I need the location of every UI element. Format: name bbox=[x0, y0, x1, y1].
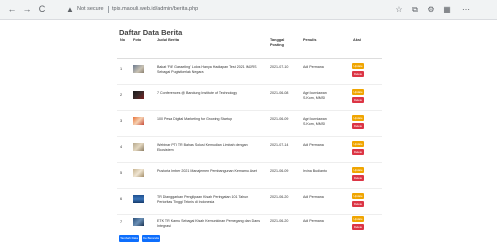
tab-search-icon[interactable]: ⧉ bbox=[409, 4, 421, 15]
news-date: 2021-07-14 bbox=[270, 143, 289, 147]
update-button[interactable]: Update bbox=[352, 193, 364, 199]
forward-icon[interactable]: → bbox=[21, 3, 33, 15]
delete-button[interactable]: Delete bbox=[352, 71, 364, 77]
news-author: Adi Permana bbox=[303, 65, 324, 69]
update-button[interactable]: Update bbox=[352, 216, 364, 222]
delete-button[interactable]: Delete bbox=[352, 175, 364, 181]
table-row: 4 Webinar PTI TR Bahas Solusi Kemudian L… bbox=[117, 137, 382, 163]
news-date: 2021-06-09 bbox=[270, 117, 289, 121]
table-row: 3 100 Pesa Digital Marketing for Growing… bbox=[117, 111, 382, 137]
column-header-tanggal: Tanggal Posting bbox=[270, 38, 285, 47]
news-author: Adi Permana bbox=[303, 219, 324, 223]
add-news-button[interactable]: Tambah Data bbox=[119, 235, 139, 242]
news-title: Pustoria Imber 2021 Manajemen Pembanguna… bbox=[157, 169, 257, 173]
update-button[interactable]: Update bbox=[352, 89, 364, 95]
delete-button[interactable]: Delete bbox=[352, 224, 364, 230]
back-icon[interactable]: ← bbox=[6, 3, 18, 15]
table-row: 2 7 Conferences @ Bandung Institute of T… bbox=[117, 85, 382, 111]
delete-button[interactable]: Delete bbox=[352, 149, 364, 155]
news-date: 2021-06-20 bbox=[270, 219, 289, 223]
column-header-penulis: Penulis bbox=[303, 38, 317, 42]
delete-button[interactable]: Delete bbox=[352, 97, 364, 103]
row-number: 7 bbox=[120, 220, 123, 224]
news-thumbnail bbox=[133, 218, 144, 226]
update-button[interactable]: Update bbox=[352, 167, 364, 173]
news-thumbnail bbox=[133, 169, 144, 177]
menu-icon[interactable]: ⋯ bbox=[460, 4, 472, 15]
extensions-icon[interactable]: ⚙ bbox=[425, 4, 437, 15]
news-date: 2021-07-10 bbox=[270, 65, 289, 69]
delete-button[interactable]: Delete bbox=[352, 123, 364, 129]
news-date: 2021-06-08 bbox=[270, 91, 289, 95]
news-thumbnail bbox=[133, 91, 144, 99]
news-title: 100 Pesa Digital Marketing for Growing S… bbox=[157, 117, 233, 121]
browser-toolbar: ← → C ▲ Not secure tpis.maouli.web.id/ad… bbox=[0, 0, 497, 20]
news-date: 2021-06-09 bbox=[270, 169, 289, 173]
delete-button[interactable]: Delete bbox=[352, 201, 364, 207]
table-row: 5 Pustoria Imber 2021 Manajemen Pembangu… bbox=[117, 163, 382, 189]
page-title: Daftar Data Berita bbox=[119, 28, 183, 37]
update-button[interactable]: Update bbox=[352, 141, 364, 147]
news-author: Irvina Budianto bbox=[303, 169, 327, 173]
star-icon[interactable]: ☆ bbox=[393, 4, 405, 15]
news-thumbnail bbox=[133, 143, 144, 151]
row-number: 5 bbox=[120, 171, 123, 175]
column-header-aksi: Aksi bbox=[353, 38, 362, 42]
table-row: 6 TR Dianggarkan Penglipaan Kisah Pering… bbox=[117, 189, 382, 215]
row-number: 4 bbox=[120, 145, 123, 149]
column-header-foto: Foto bbox=[133, 38, 142, 42]
profile-icon[interactable]: ▦ bbox=[441, 4, 453, 15]
update-button[interactable]: Update bbox=[352, 63, 364, 69]
news-thumbnail bbox=[133, 65, 144, 73]
row-number: 6 bbox=[120, 197, 123, 201]
news-date: 2021-06-20 bbox=[270, 195, 289, 199]
table-row: 7 ETK TR Kamu Sebagai Kisah Kemunkinan P… bbox=[117, 215, 382, 233]
reload-icon[interactable]: C bbox=[36, 3, 48, 15]
news-title: TR Dianggarkan Penglipaan Kisah Peringat… bbox=[157, 195, 249, 204]
news-author: Agri kurniawan S.Kom, MMSI bbox=[303, 91, 327, 100]
news-thumbnail bbox=[133, 117, 144, 125]
news-author: Adi Permana bbox=[303, 195, 324, 199]
news-thumbnail bbox=[133, 195, 144, 203]
news-title: ETK TR Kamu Sebagai Kisah Kemunkinan Pem… bbox=[157, 219, 261, 228]
table-row: 1 Bakat 'Fill' Gasseling' Lolos Hanya Ha… bbox=[117, 59, 382, 85]
address-bar[interactable]: ▲ Not secure tpis.maouli.web.id/admin/be… bbox=[64, 3, 424, 16]
row-number: 1 bbox=[120, 67, 123, 71]
news-author: Adi Permana bbox=[303, 143, 324, 147]
news-title: 7 Conferences @ Bandung Institute of Tec… bbox=[157, 91, 238, 95]
warning-icon[interactable]: ▲ bbox=[66, 4, 74, 15]
news-title: Webinar PTI TR Bahas Solusi Kemudian Lim… bbox=[157, 143, 248, 152]
update-button[interactable]: Update bbox=[352, 115, 364, 121]
url-text[interactable]: tpis.maouli.web.id/admin/berita.php bbox=[112, 3, 198, 16]
news-author: Agri kurniawan S.Kom, MMSI bbox=[303, 117, 327, 126]
row-number: 3 bbox=[120, 119, 123, 123]
column-header-judul: Judul Berita bbox=[157, 38, 179, 42]
row-number: 2 bbox=[120, 93, 123, 97]
home-button[interactable]: Ke Beranda bbox=[142, 235, 160, 242]
security-status[interactable]: Not secure bbox=[77, 3, 104, 16]
column-header-no: No bbox=[120, 38, 126, 42]
address-separator bbox=[108, 6, 109, 13]
news-title: Bakat 'Fill' Gasseling' Lolos Hanya Hadi… bbox=[157, 65, 257, 74]
